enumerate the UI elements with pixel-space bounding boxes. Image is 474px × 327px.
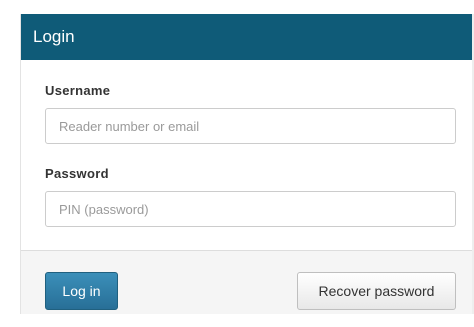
login-panel: Login Username Password Log in Recover p… <box>20 14 473 314</box>
password-input[interactable] <box>45 191 456 227</box>
username-input[interactable] <box>45 108 456 144</box>
recover-password-button[interactable]: Recover password <box>297 272 456 310</box>
username-label: Username <box>45 83 111 98</box>
login-page: Login Username Password Log in Recover p… <box>0 0 474 327</box>
password-label: Password <box>45 166 109 181</box>
login-button[interactable]: Log in <box>45 272 118 310</box>
panel-title: Login <box>33 27 75 46</box>
panel-footer: Log in Recover password <box>21 250 473 314</box>
panel-header: Login <box>21 14 473 60</box>
